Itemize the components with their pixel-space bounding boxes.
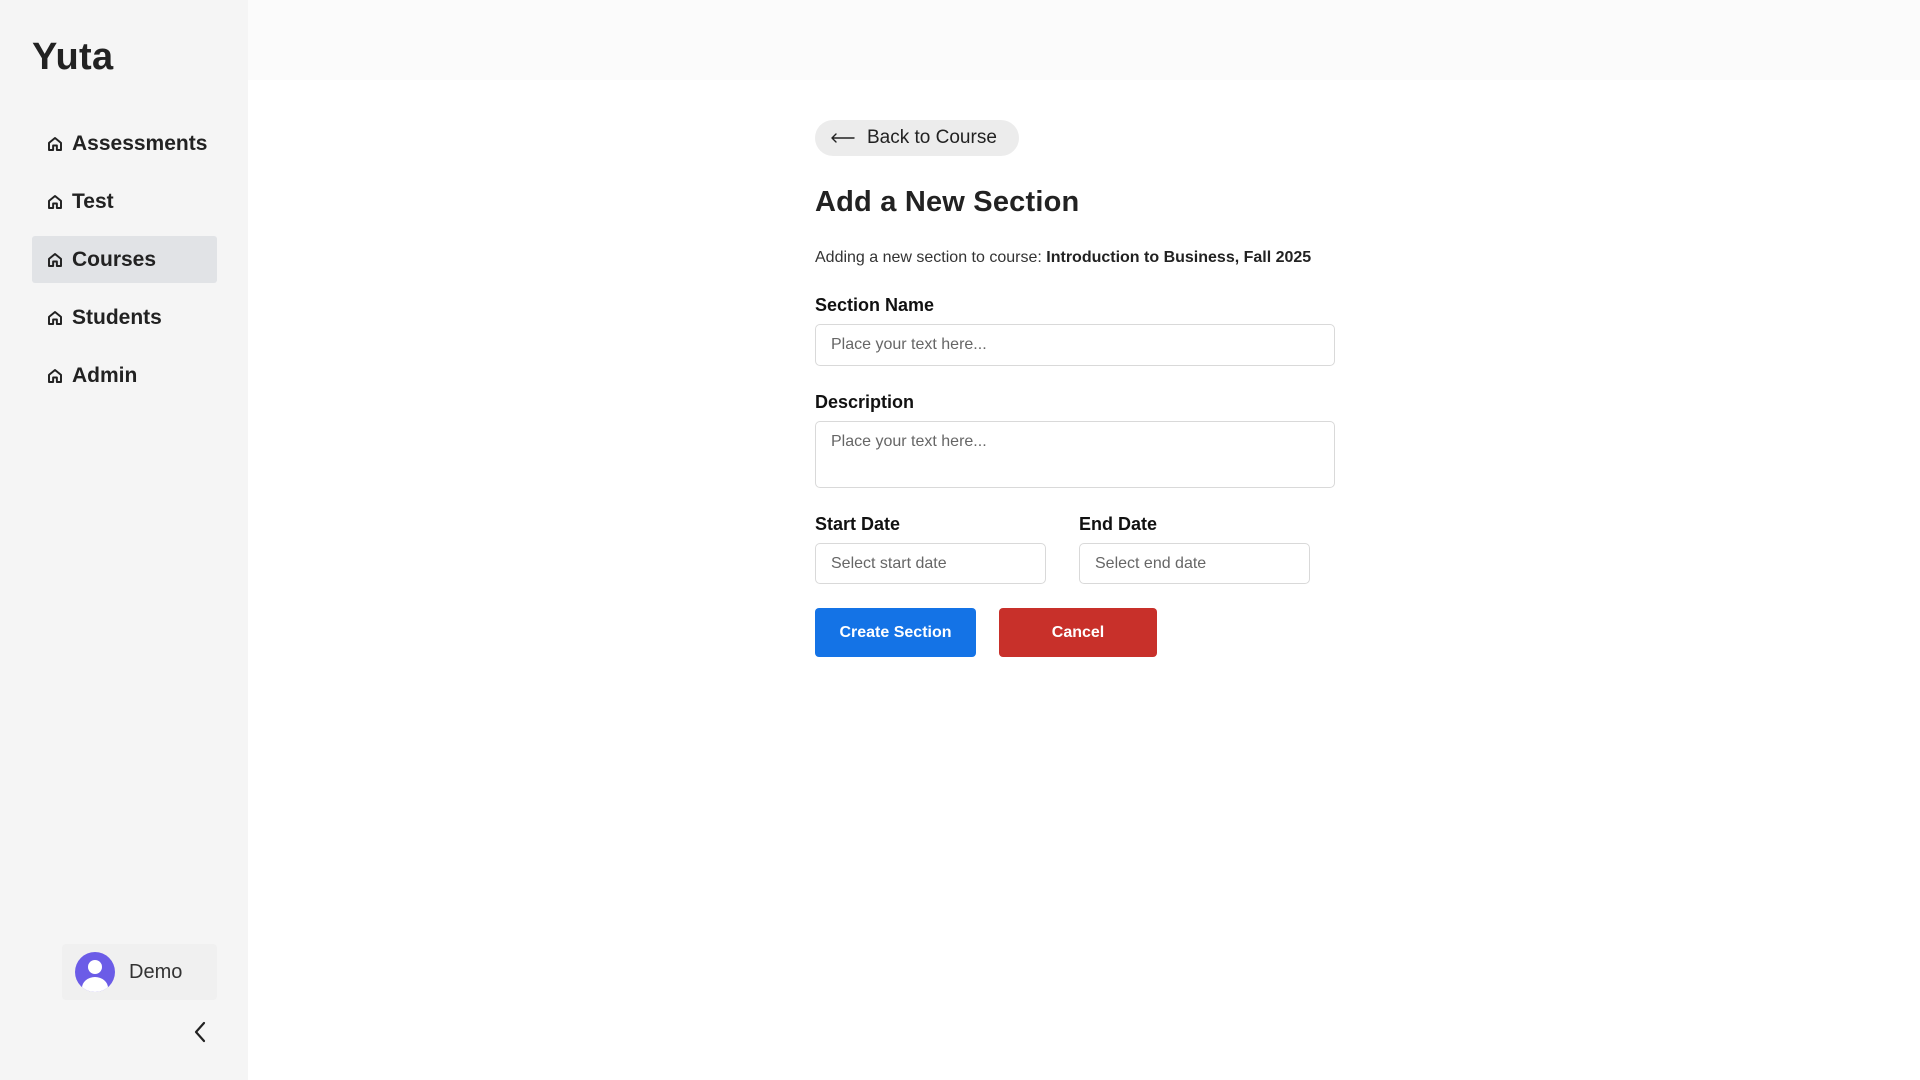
- chevron-left-icon: [194, 1021, 206, 1043]
- start-date-group: Start Date: [815, 514, 1079, 584]
- description-textarea[interactable]: [815, 421, 1335, 488]
- sidebar-item-label: Assessments: [72, 131, 208, 155]
- end-date-label: End Date: [1079, 514, 1158, 534]
- user-menu[interactable]: Demo: [62, 944, 217, 1000]
- arrow-left-icon: [831, 133, 855, 143]
- course-name: Introduction to Business, Fall 2025: [1046, 249, 1312, 266]
- avatar-head: [88, 960, 102, 974]
- top-bar: [248, 0, 1920, 80]
- back-to-course-button[interactable]: Back to Course: [815, 120, 1019, 156]
- sidebar-item-courses[interactable]: Courses: [32, 236, 217, 283]
- main-content: Back to Course Add a New Section Adding …: [248, 0, 1920, 1080]
- user-name: Demo: [129, 960, 183, 983]
- sidebar-item-label: Courses: [72, 247, 157, 271]
- collapse-sidebar-button[interactable]: [188, 1018, 212, 1046]
- home-icon: [48, 194, 62, 209]
- home-icon: [48, 368, 62, 383]
- section-name-label: Section Name: [815, 295, 935, 315]
- sidebar-item-label: Test: [72, 189, 114, 213]
- start-date-label: Start Date: [815, 514, 901, 534]
- sidebar-item-label: Admin: [72, 363, 138, 387]
- home-icon: [48, 136, 62, 151]
- sidebar: Yuta Assessments Test Courses Students A…: [0, 0, 248, 1080]
- subtitle-prefix: Adding a new section to course:: [815, 249, 1042, 266]
- form-actions: Create Section Cancel: [815, 608, 1435, 657]
- section-name-group: Section Name: [815, 295, 1435, 366]
- back-button-label: Back to Course: [867, 127, 997, 148]
- home-icon: [48, 310, 62, 325]
- end-date-input[interactable]: [1079, 543, 1310, 584]
- avatar-body: [82, 977, 108, 992]
- page-title: Add a New Section: [815, 186, 1080, 218]
- date-row: Start Date End Date: [815, 514, 1435, 584]
- end-date-group: End Date: [1079, 514, 1343, 584]
- sidebar-item-admin[interactable]: Admin: [32, 352, 217, 399]
- page-subtitle: Adding a new section to course: Introduc…: [815, 249, 1435, 267]
- sidebar-item-students[interactable]: Students: [32, 294, 217, 341]
- sidebar-item-label: Students: [72, 305, 162, 329]
- add-section-form: Back to Course Add a New Section Adding …: [815, 120, 1435, 657]
- app-root: Yuta Assessments Test Courses Students A…: [0, 0, 1920, 1080]
- avatar: [75, 952, 115, 992]
- sidebar-item-test[interactable]: Test: [32, 178, 217, 225]
- cancel-button[interactable]: Cancel: [999, 608, 1157, 657]
- sidebar-item-assessments[interactable]: Assessments: [32, 120, 217, 167]
- start-date-input[interactable]: [815, 543, 1046, 584]
- section-name-input[interactable]: [815, 324, 1335, 366]
- home-icon: [48, 252, 62, 267]
- description-group: Description: [815, 392, 1435, 488]
- brand-logo: Yuta: [32, 36, 114, 78]
- sidebar-nav: Assessments Test Courses Students Admin: [32, 120, 217, 410]
- description-label: Description: [815, 392, 915, 412]
- create-section-button[interactable]: Create Section: [815, 608, 976, 657]
